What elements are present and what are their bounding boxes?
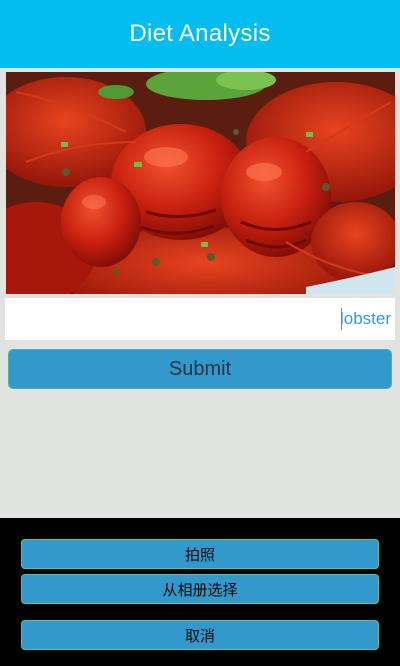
app-header: Diet Analysis [0, 0, 400, 68]
choose-from-album-button[interactable]: 从相册选择 [21, 574, 379, 604]
app-screen: Diet Analysis lobster Submit 拍照 从相册选择 取消 [0, 0, 400, 666]
cancel-button[interactable]: 取消 [21, 620, 379, 650]
take-photo-button[interactable]: 拍照 [21, 539, 379, 569]
page-title: Diet Analysis [129, 20, 271, 47]
food-photo [6, 72, 395, 294]
image-source-action-sheet: 拍照 从相册选择 取消 [0, 518, 400, 666]
submit-button[interactable]: Submit [8, 349, 392, 389]
food-name-field[interactable] [5, 298, 395, 340]
food-name-input[interactable] [5, 298, 395, 340]
text-cursor [341, 308, 342, 330]
